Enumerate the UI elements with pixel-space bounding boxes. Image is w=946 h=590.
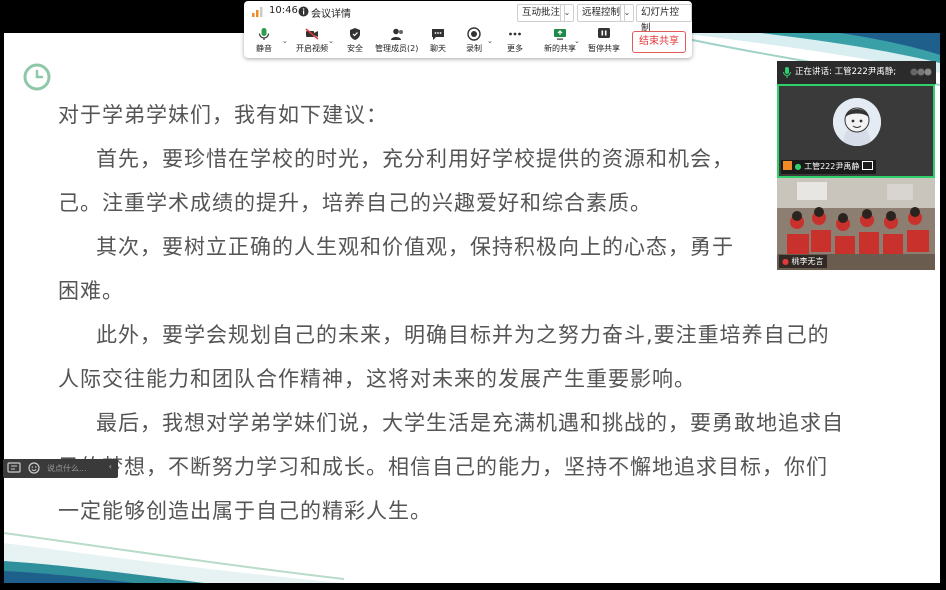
chat-input-bar[interactable]: 说点什么... ‹: [3, 459, 118, 478]
more-label: 更多: [507, 44, 523, 53]
speaking-indicator: 正在讲话: 工管222尹禹静;: [777, 61, 936, 84]
start-video-label: 开启视频: [296, 44, 328, 53]
record-icon: [467, 27, 481, 41]
mute-label: 静音: [256, 44, 272, 53]
text-line: 此外，要学会规划自己的未来，明确目标并为之努力奋斗,要注重培养自己的: [96, 323, 830, 347]
end-share-button[interactable]: 结束共享: [632, 31, 686, 53]
microphone-off-icon: ●: [782, 257, 789, 266]
signal-icon: [252, 7, 263, 17]
pause-share-label: 暂停共享: [588, 44, 620, 53]
meeting-time: 10:46: [269, 5, 298, 16]
security-button[interactable]: 安全: [347, 27, 363, 54]
chat-bubble-icon: [432, 29, 444, 40]
pause-share-button[interactable]: 暂停共享: [588, 27, 620, 54]
text-line: 己的梦想，不断努力学习和成长。相信自己的能力，坚持不懈地追求目标，你们: [58, 455, 828, 479]
emoji-icon[interactable]: [28, 462, 40, 474]
start-video-button[interactable]: 开启视频: [296, 27, 328, 54]
text-line: 最后，我想对学弟学妹们说，大学生活是充满机遇和挑战的，要勇敢地追求自: [96, 411, 844, 435]
remote-control-button[interactable]: 远程控制: [577, 4, 626, 22]
video-dropdown-icon[interactable]: ⌄: [328, 37, 334, 45]
participant-video-tile[interactable]: ● 工管222尹禹静: [777, 84, 935, 178]
participant-name-tag: ● 桃李无言: [779, 255, 827, 268]
screen-share-icon: [861, 161, 873, 170]
user-icon: [783, 161, 792, 170]
mute-button[interactable]: 静音: [256, 27, 272, 54]
chat-button[interactable]: 聊天: [430, 27, 446, 54]
speaking-label: 正在讲话:: [795, 67, 832, 77]
avatar: [833, 98, 881, 146]
toolbar-top-row: 10:46 会议详情 互动批注 ⌄ 远程控制 ⌄ 幻灯片控制: [244, 1, 692, 34]
annotation-dropdown-icon[interactable]: ⌄: [560, 4, 574, 22]
speaking-name: 工管222尹禹静;: [834, 67, 897, 77]
chevron-left-icon[interactable]: ‹: [109, 462, 112, 471]
microphone-icon: [258, 28, 270, 40]
mute-dropdown-icon[interactable]: ⌄: [282, 37, 288, 45]
chat-placeholder: 说点什么...: [47, 464, 87, 473]
text-line: 人际交往能力和团队合作精神，这将对未来的发展产生重要影响。: [58, 367, 696, 391]
share-dropdown-icon[interactable]: ⌄: [574, 37, 580, 45]
more-button[interactable]: 更多: [507, 27, 523, 54]
members-icon: [390, 28, 403, 40]
participant-name: 工管222尹禹静: [804, 162, 860, 171]
avatar-image: [833, 98, 881, 146]
more-dots-icon: [509, 32, 521, 36]
share-screen-icon: [554, 29, 566, 40]
interactive-annotation-button[interactable]: 互动批注: [517, 4, 566, 22]
clock-icon: [23, 63, 51, 91]
microphone-icon: [783, 67, 791, 78]
new-share-label: 新的共享: [544, 44, 576, 53]
slide-control-button[interactable]: 幻灯片控制: [636, 4, 692, 34]
manage-members-button[interactable]: 管理成员(2): [375, 27, 418, 54]
text-line: 一定能够创造出属于自己的精彩人生。: [58, 499, 432, 523]
chat-label: 聊天: [430, 44, 446, 53]
speaking-text: 正在讲话: 工管222尹禹静;: [795, 61, 896, 84]
participant-video-tile[interactable]: ● 桃李无言: [777, 178, 935, 270]
panel-options-icon[interactable]: [910, 67, 932, 77]
record-label: 录制: [466, 44, 482, 53]
text-line: 困难。: [58, 279, 124, 303]
meeting-details-link[interactable]: 会议详情: [311, 5, 351, 20]
record-dropdown-icon[interactable]: ⌄: [487, 37, 493, 45]
pause-icon: [598, 28, 610, 38]
new-share-button[interactable]: 新的共享: [544, 27, 576, 54]
meeting-toolbar: 10:46 会议详情 互动批注 ⌄ 远程控制 ⌄ 幻灯片控制 静音 ⌄ 开启视频…: [244, 1, 692, 58]
video-camera-off-icon: [305, 28, 319, 40]
manage-members-label: 管理成员(2): [375, 44, 419, 53]
shield-icon: [350, 28, 360, 40]
remote-control-dropdown-icon[interactable]: ⌄: [620, 4, 634, 22]
record-button[interactable]: 录制: [466, 27, 482, 54]
participant-name-tag: ● 工管222尹禹静: [781, 160, 876, 174]
chat-toggle-icon[interactable]: [7, 462, 21, 474]
info-icon[interactable]: [298, 6, 309, 17]
security-label: 安全: [347, 44, 363, 53]
microphone-icon: ●: [794, 162, 802, 171]
participant-name: 桃李无言: [791, 257, 824, 266]
